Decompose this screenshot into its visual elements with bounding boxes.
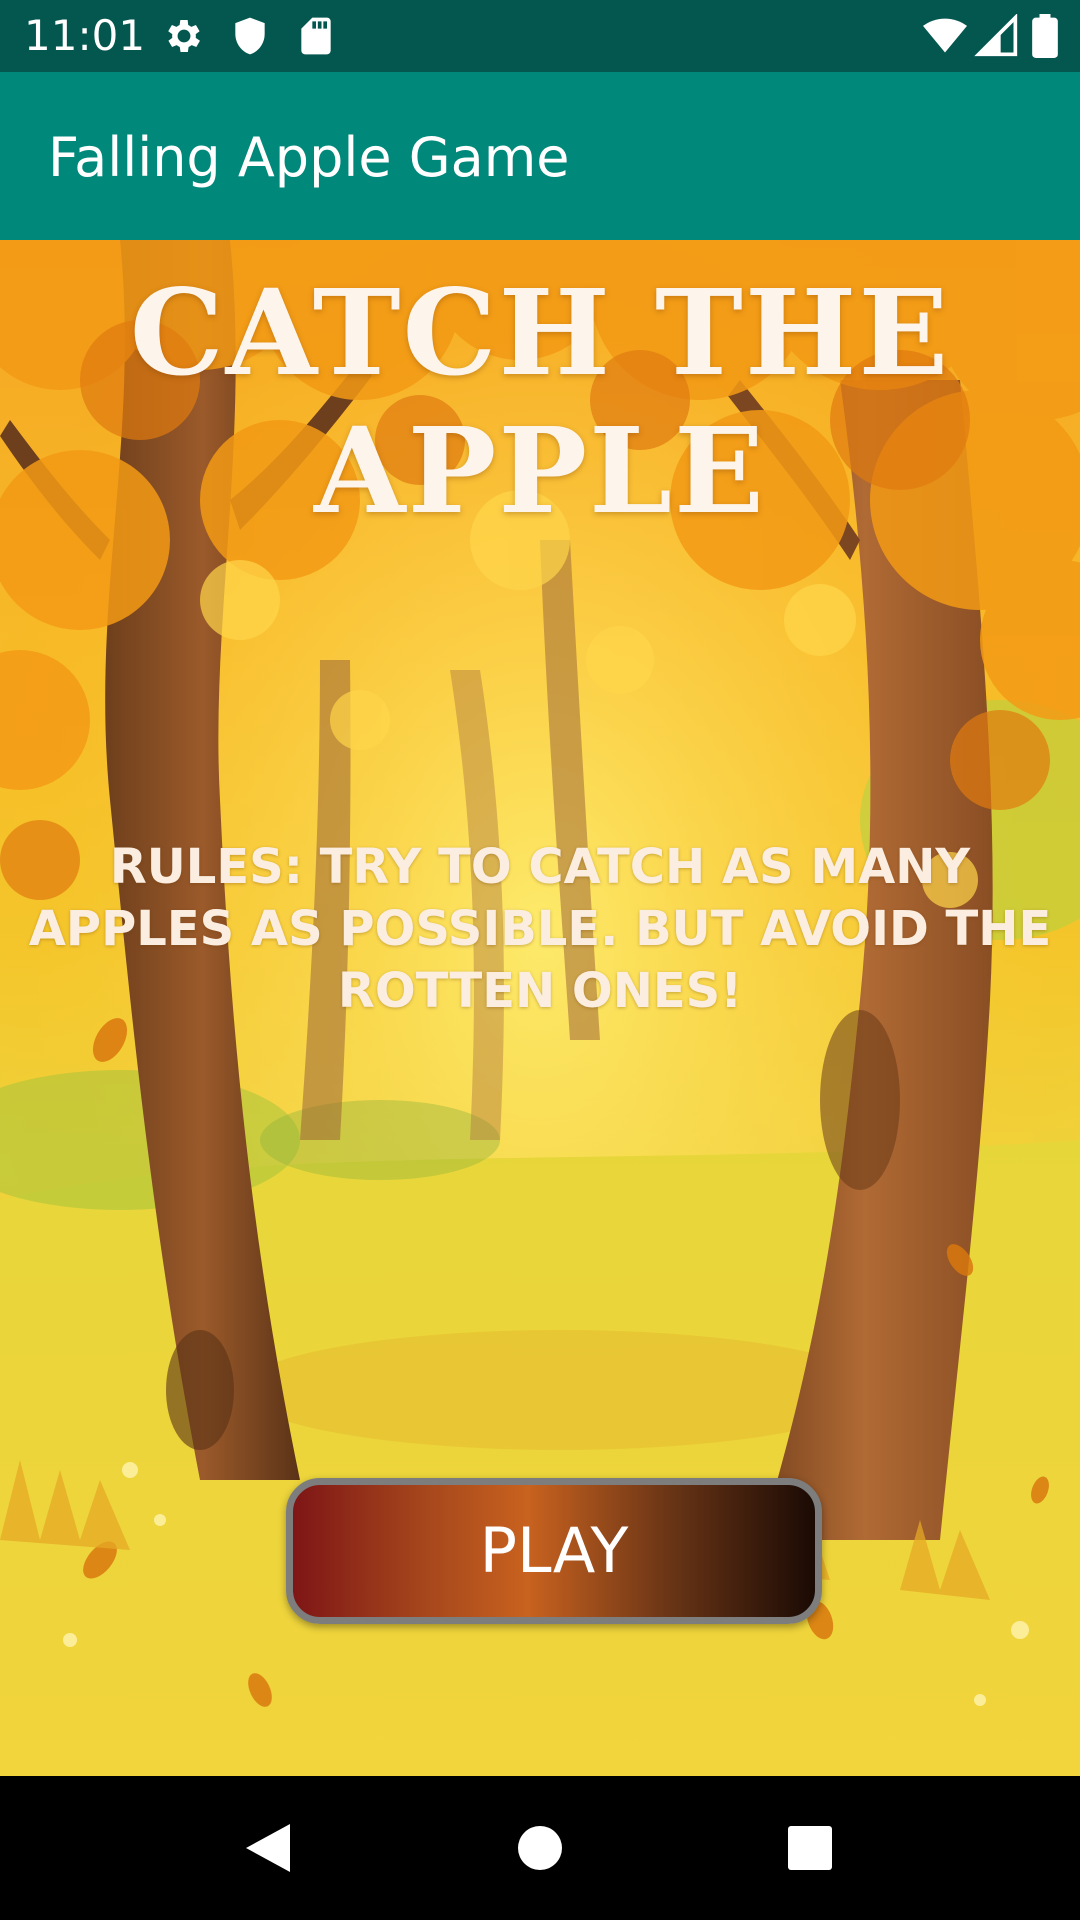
wifi-icon [923, 18, 967, 53]
sd-card-icon [301, 17, 331, 55]
battery-icon [1032, 14, 1058, 58]
game-start-screen: CATCH THE APPLE RULES: TRY TO CATCH AS M… [0, 240, 1080, 1776]
status-time: 11:01 [24, 11, 146, 60]
status-bar: 11:01 [0, 0, 1080, 72]
back-icon[interactable] [222, 1802, 314, 1894]
app-bar: Falling Apple Game [0, 72, 1080, 240]
app-title: Falling Apple Game [48, 126, 570, 189]
shield-icon [235, 17, 265, 55]
navigation-bar [0, 1776, 1080, 1920]
recents-icon[interactable] [764, 1802, 856, 1894]
signal-icon [974, 14, 1018, 57]
settings-icon [168, 20, 200, 52]
game-title-headline: CATCH THE APPLE [129, 263, 951, 540]
rules-text: RULES: TRY TO CATCH AS MANY APPLES AS PO… [28, 839, 1052, 1019]
play-button-label: PLAY [479, 1514, 629, 1587]
home-icon[interactable] [494, 1802, 586, 1894]
screen: 11:01 Falling Apple Game CATCH THE APPLE… [0, 0, 1080, 1920]
play-button[interactable]: PLAY [286, 1478, 822, 1624]
